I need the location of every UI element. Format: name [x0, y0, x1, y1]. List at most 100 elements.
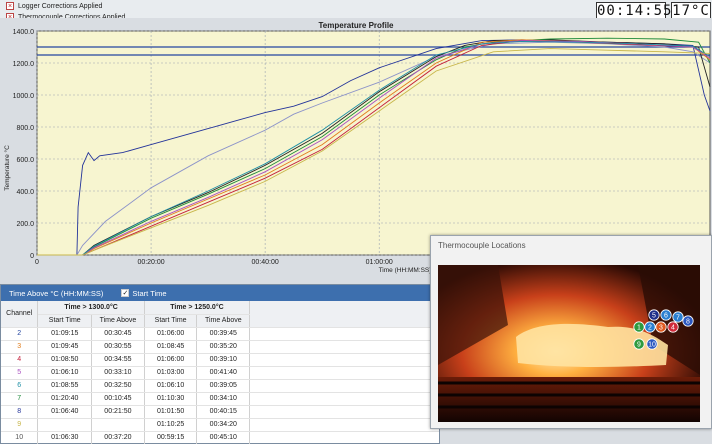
above-1300-cell: 00:37:20 [91, 431, 145, 444]
col-above-2: Time Above [196, 314, 251, 328]
table-row: 3 01:09:45 00:30:55 01:08:45 00:35:20 [1, 340, 439, 354]
y-tick-label: 200.0 [16, 221, 34, 228]
above-1250-cell: 00:45:10 [196, 431, 251, 444]
x-axis-label: Time (HH:MM:SS) [379, 267, 432, 274]
above-1300-cell: 00:10:45 [91, 392, 145, 406]
channel-cell: 10 [1, 431, 39, 444]
y-tick-label: 0 [30, 253, 34, 260]
channel-cell: 8 [1, 405, 39, 419]
table-row: 4 01:08:50 00:34:55 01:06:00 00:39:10 [1, 353, 439, 367]
thermocouple-marker-label: 2 [648, 325, 652, 332]
start-time-label: Start Time [132, 288, 167, 298]
above-1300-cell: 00:34:55 [91, 353, 145, 367]
thermocouple-marker-label: 5 [652, 313, 656, 320]
table-row: 10 01:06:30 00:37:20 00:59:15 00:45:10 [1, 431, 439, 444]
channel-cell: 6 [1, 379, 39, 393]
start-time-toggle[interactable]: ✓ Start Time [121, 288, 167, 298]
y-tick-label: 1200.0 [13, 61, 35, 68]
channel-cell: 5 [1, 366, 39, 380]
furnace-photo: 1 2 3 4 5 6 78 9 10 [438, 265, 700, 422]
popup-title: Thermocouple Locations [438, 241, 526, 250]
table-row: 6 01:08:55 00:32:50 01:06:10 00:39:05 [1, 379, 439, 393]
y-tick-label: 1400.0 [13, 29, 35, 36]
above-1300-cell: 00:33:10 [91, 366, 145, 380]
channel-cell: 2 [1, 327, 39, 341]
x-tick-label: 00:20:00 [137, 259, 164, 266]
table-row: 9 01:10:25 00:34:20 [1, 418, 439, 432]
above-1250-cell: 00:34:10 [196, 392, 251, 406]
plot-area [36, 30, 711, 256]
above-1300-cell [91, 418, 145, 432]
above-1250-cell: 00:34:20 [196, 418, 251, 432]
above-1250-cell: 00:41:40 [196, 366, 251, 380]
row-spacer [249, 327, 439, 341]
row-spacer [249, 418, 439, 432]
thermocouple-marker-label: 1 [637, 325, 641, 332]
start-1300-cell: 01:09:45 [37, 340, 93, 354]
above-1250-cell: 00:40:15 [196, 405, 251, 419]
start-1250-cell: 01:10:25 [144, 418, 198, 432]
row-spacer [249, 405, 439, 419]
thermocouple-marker-label: 8 [686, 319, 690, 326]
table-title: Time Above °C (HH:MM:SS) [9, 288, 104, 298]
thermocouple-marker-label: 10 [648, 342, 656, 349]
start-1300-cell: 01:20:40 [37, 392, 93, 406]
row-spacer [249, 353, 439, 367]
y-tick-label: 400.0 [16, 189, 34, 196]
above-1300-cell: 00:32:50 [91, 379, 145, 393]
x-tick-label: 0 [35, 259, 39, 266]
above-1250-cell: 00:35:20 [196, 340, 251, 354]
start-1300-cell: 01:06:10 [37, 366, 93, 380]
x-tick-label: 01:00:00 [366, 259, 393, 266]
thermocouple-marker-label: 4 [671, 325, 675, 332]
start-1250-cell: 01:01:50 [144, 405, 198, 419]
above-1300-cell: 00:30:45 [91, 327, 145, 341]
start-1250-cell: 01:08:45 [144, 340, 198, 354]
start-1250-cell: 01:10:30 [144, 392, 198, 406]
y-tick-label: 600.0 [16, 157, 34, 164]
time-above-table-panel: Time Above °C (HH:MM:SS) ✓ Start Time Ch… [0, 284, 440, 444]
thermocouple-marker-label: 7 [676, 315, 680, 322]
y-axis-label: Temperature °C [3, 145, 11, 191]
row-spacer [249, 340, 439, 354]
start-1250-cell: 01:06:00 [144, 353, 198, 367]
channel-cell: 4 [1, 353, 39, 367]
group-1300: Time > 1300.0°C [37, 301, 145, 315]
group-1250: Time > 1250.0°C [144, 301, 251, 315]
checkbox-logger[interactable]: × [6, 2, 14, 10]
above-1300-cell: 00:21:50 [91, 405, 145, 419]
table-row: 5 01:06:10 00:33:10 01:03:00 00:41:40 [1, 366, 439, 380]
start-1250-cell: 01:03:00 [144, 366, 198, 380]
table-header-bar: Time Above °C (HH:MM:SS) ✓ Start Time [1, 285, 439, 301]
thermocouple-locations-window[interactable]: Thermocouple Locations 1 2 3 4 5 6 7 8 9 10 [430, 235, 712, 429]
start-1250-cell: 01:06:00 [144, 327, 198, 341]
start-1300-cell: 01:09:15 [37, 327, 93, 341]
start-1300-cell: 01:06:40 [37, 405, 93, 419]
channel-cell: 7 [1, 392, 39, 406]
col-start-1: Start Time [37, 314, 93, 328]
start-1250-cell: 01:06:10 [144, 379, 198, 393]
start-time-checkbox[interactable]: ✓ [121, 289, 130, 297]
logger-corrections-check[interactable]: × Logger Corrections Applied [6, 2, 102, 10]
table-row: 8 01:06:40 00:21:50 01:01:50 00:40:15 [1, 405, 439, 419]
table-row: 7 01:20:40 00:10:45 01:10:30 00:34:10 [1, 392, 439, 406]
x-tick-label: 00:40:00 [252, 259, 279, 266]
logger-corrections-label: Logger Corrections Applied [18, 2, 103, 10]
channel-cell: 9 [1, 418, 39, 432]
col-channel: Channel [1, 301, 39, 328]
col-start-2: Start Time [144, 314, 198, 328]
y-tick-label: 1000.0 [13, 93, 35, 100]
start-1300-cell: 01:08:55 [37, 379, 93, 393]
start-1300-cell [37, 418, 93, 432]
row-spacer [249, 431, 439, 444]
table-row: 2 01:09:15 00:30:45 01:06:00 00:39:45 [1, 327, 439, 341]
col-above-1: Time Above [91, 314, 145, 328]
time-above-table: Channel Time > 1300.0°C Time > 1250.0°C … [1, 301, 439, 444]
above-1250-cell: 00:39:05 [196, 379, 251, 393]
above-1300-cell: 00:30:55 [91, 340, 145, 354]
row-spacer [249, 366, 439, 380]
start-1300-cell: 01:06:30 [37, 431, 93, 444]
thermocouple-marker-label: 9 [637, 342, 641, 349]
start-1300-cell: 01:08:50 [37, 353, 93, 367]
table-spacer [249, 301, 439, 328]
